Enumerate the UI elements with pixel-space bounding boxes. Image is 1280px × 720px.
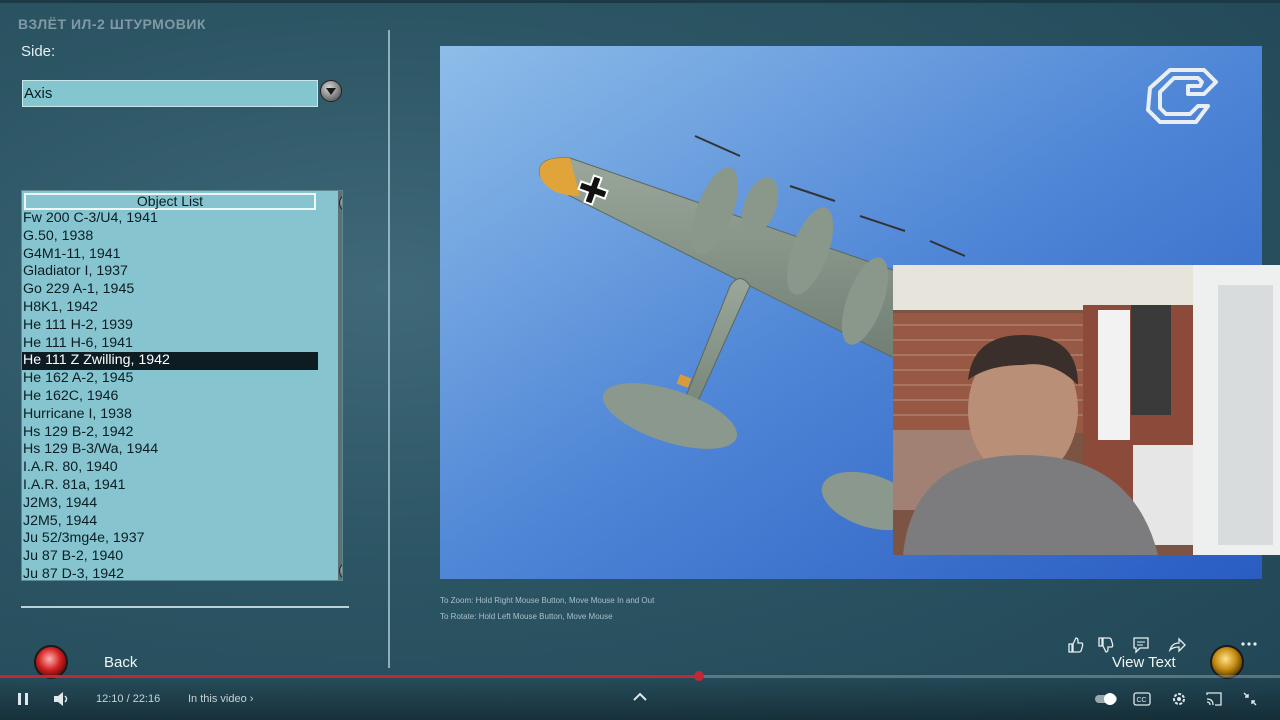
progress-fill: [0, 675, 699, 678]
side-label: Side:: [21, 43, 56, 60]
view-text-label[interactable]: View Text: [1112, 654, 1176, 671]
window-title: ВЗЛЁТ ИЛ-2 ШТУРМОВИК: [18, 16, 206, 32]
side-dropdown-button[interactable]: [320, 80, 342, 102]
list-item[interactable]: Go 229 A-1, 1945: [22, 281, 318, 299]
list-item[interactable]: He 162C, 1946: [22, 388, 318, 406]
chapters-label: In this video: [188, 693, 247, 705]
list-item[interactable]: J2M3, 1944: [22, 495, 318, 513]
list-item[interactable]: Gladiator I, 1937: [22, 263, 318, 281]
list-item[interactable]: Hs 129 B-2, 1942: [22, 424, 318, 442]
list-item[interactable]: Fw 200 C-3/U4, 1941: [22, 210, 318, 228]
back-label[interactable]: Back: [104, 654, 137, 671]
chevron-right-icon: ›: [249, 693, 254, 705]
object-list-scrollbar[interactable]: [338, 191, 343, 580]
thumbs-down-icon[interactable]: [1097, 636, 1115, 654]
more-icon[interactable]: [1240, 638, 1258, 650]
toggle-icon[interactable]: [1094, 692, 1118, 706]
chapters-button[interactable]: In this video ›: [188, 693, 253, 705]
scroll-up-button[interactable]: [339, 193, 342, 213]
help-zoom: To Zoom: Hold Right Mouse Button, Move M…: [440, 596, 655, 605]
cast-icon[interactable]: [1205, 691, 1223, 707]
progress-scrubber[interactable]: [693, 671, 704, 681]
list-item[interactable]: G4M1-11, 1941: [22, 246, 318, 264]
webcam-overlay: [893, 265, 1280, 555]
list-item[interactable]: Ju 87 D-3, 1942: [22, 566, 318, 580]
time-display: 12:10 / 22:16: [96, 693, 161, 705]
object-list-header: Object List: [24, 193, 316, 210]
side-select[interactable]: Axis: [22, 80, 318, 107]
vertical-divider: [388, 30, 390, 668]
list-item[interactable]: G.50, 1938: [22, 228, 318, 246]
comment-icon[interactable]: [1132, 636, 1150, 654]
pause-icon[interactable]: [16, 692, 30, 706]
svg-text:CC: CC: [1137, 697, 1147, 704]
scroll-thumb[interactable]: [342, 356, 343, 392]
thumbs-up-icon[interactable]: [1067, 636, 1085, 654]
top-border: [0, 0, 1280, 3]
collapse-icon[interactable]: [1242, 691, 1258, 707]
share-icon[interactable]: [1168, 636, 1186, 654]
captions-icon[interactable]: CC: [1133, 692, 1151, 706]
help-rotate: To Rotate: Hold Left Mouse Button, Move …: [440, 612, 613, 621]
list-item[interactable]: He 111 H-2, 1939: [22, 317, 318, 335]
list-item[interactable]: H8K1, 1942: [22, 299, 318, 317]
object-list[interactable]: Object List Fw 200 C-3/U4, 1941 G.50, 193…: [21, 190, 343, 581]
chevron-down-icon: [326, 88, 336, 95]
volume-icon[interactable]: [52, 691, 70, 707]
progress-bar[interactable]: [0, 671, 1280, 681]
chevron-up-icon[interactable]: [630, 690, 650, 704]
webcam-feed: [893, 265, 1280, 555]
list-item[interactable]: Hs 129 B-3/Wa, 1944: [22, 441, 318, 459]
scroll-down-button[interactable]: [339, 561, 342, 580]
list-item[interactable]: I.A.R. 81a, 1941: [22, 477, 318, 495]
horizontal-divider: [21, 606, 349, 608]
list-item[interactable]: He 111 Z Zwilling, 1942: [22, 352, 318, 371]
list-item[interactable]: He 111 H-6, 1941: [22, 335, 318, 353]
list-item[interactable]: Ju 87 B-2, 1940: [22, 548, 318, 566]
list-item[interactable]: He 162 A-2, 1945: [22, 370, 318, 388]
list-item[interactable]: J2M5, 1944: [22, 513, 318, 531]
list-item[interactable]: Hurricane I, 1938: [22, 406, 318, 424]
list-item[interactable]: I.A.R. 80, 1940: [22, 459, 318, 477]
list-item[interactable]: Ju 52/3mg4e, 1937: [22, 530, 318, 548]
gear-icon[interactable]: [1170, 690, 1188, 708]
object-list-rows: Fw 200 C-3/U4, 1941 G.50, 1938 G4M1-11, 19…: [22, 210, 318, 580]
